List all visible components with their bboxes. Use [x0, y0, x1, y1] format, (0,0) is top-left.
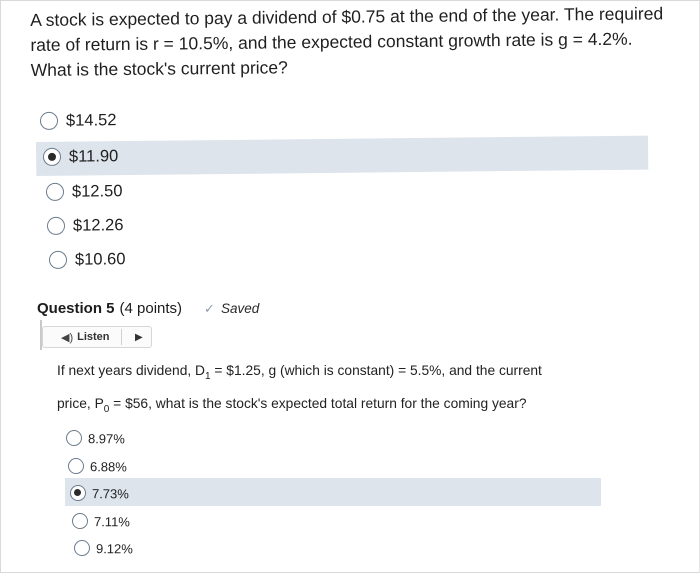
- option-label: 8.97%: [87, 430, 125, 446]
- saved-label: Saved: [220, 301, 260, 316]
- radio-button[interactable]: [71, 513, 89, 530]
- option-label: $11.90: [68, 146, 119, 166]
- question-5-header: Question 5 (4 points) ✓ Saved: [37, 300, 259, 317]
- q5-option-2[interactable]: 6.88%: [67, 453, 127, 479]
- radio-button[interactable]: [48, 250, 68, 269]
- q4-option-4[interactable]: $12.26: [46, 208, 124, 243]
- option-label: $12.50: [71, 181, 123, 201]
- listen-label: Listen: [77, 331, 110, 343]
- radio-button[interactable]: [46, 216, 66, 235]
- question-5-line-1: If next years dividend, D1 = $1.25, g (w…: [57, 363, 542, 382]
- question-5-text: If next years dividend, D1 = $1.25, g (w…: [57, 357, 617, 423]
- question-title: Question 5: [37, 300, 115, 317]
- question-points: (4 points): [119, 300, 183, 317]
- listen-button[interactable]: ◀) Listen ▶: [42, 326, 152, 348]
- radio-button[interactable]: [73, 540, 91, 557]
- q4-option-3[interactable]: $12.50: [45, 174, 123, 209]
- q5-option-5[interactable]: 9.12%: [73, 535, 133, 561]
- radio-button[interactable]: [67, 458, 85, 475]
- saved-status: ✓ Saved: [204, 301, 259, 317]
- radio-button[interactable]: [39, 111, 59, 130]
- divider: [121, 329, 122, 345]
- option-label: $12.26: [72, 215, 124, 235]
- option-label: 7.73%: [91, 485, 129, 501]
- option-label: 9.12%: [95, 540, 133, 556]
- question-4-text: A stock is expected to pay a dividend of…: [30, 3, 664, 80]
- q5-option-4[interactable]: 7.11%: [71, 508, 130, 534]
- q4-option-5[interactable]: $10.60: [48, 242, 126, 277]
- q4-option-2[interactable]: $11.90: [42, 139, 119, 174]
- q5-option-3[interactable]: 7.73%: [69, 480, 129, 506]
- q5-option-1[interactable]: 8.97%: [65, 425, 125, 451]
- radio-button[interactable]: [45, 182, 65, 201]
- q4-option-1[interactable]: $14.52: [39, 103, 117, 138]
- option-label: $14.52: [65, 110, 117, 130]
- q5-selected-highlight: [65, 478, 601, 506]
- play-icon[interactable]: ▶: [135, 332, 143, 343]
- option-label: $10.60: [74, 249, 126, 269]
- speaker-icon: ◀): [61, 331, 74, 344]
- radio-button-selected[interactable]: [42, 147, 62, 166]
- question-5-line-2: price, P0 = $56, what is the stock's exp…: [57, 395, 527, 415]
- option-label: 6.88%: [89, 458, 127, 474]
- checkmark-icon: ✓: [204, 300, 215, 316]
- radio-button-selected[interactable]: [69, 485, 87, 502]
- radio-button[interactable]: [65, 430, 83, 447]
- q4-selected-highlight: [36, 135, 649, 176]
- option-label: 7.11%: [93, 513, 130, 529]
